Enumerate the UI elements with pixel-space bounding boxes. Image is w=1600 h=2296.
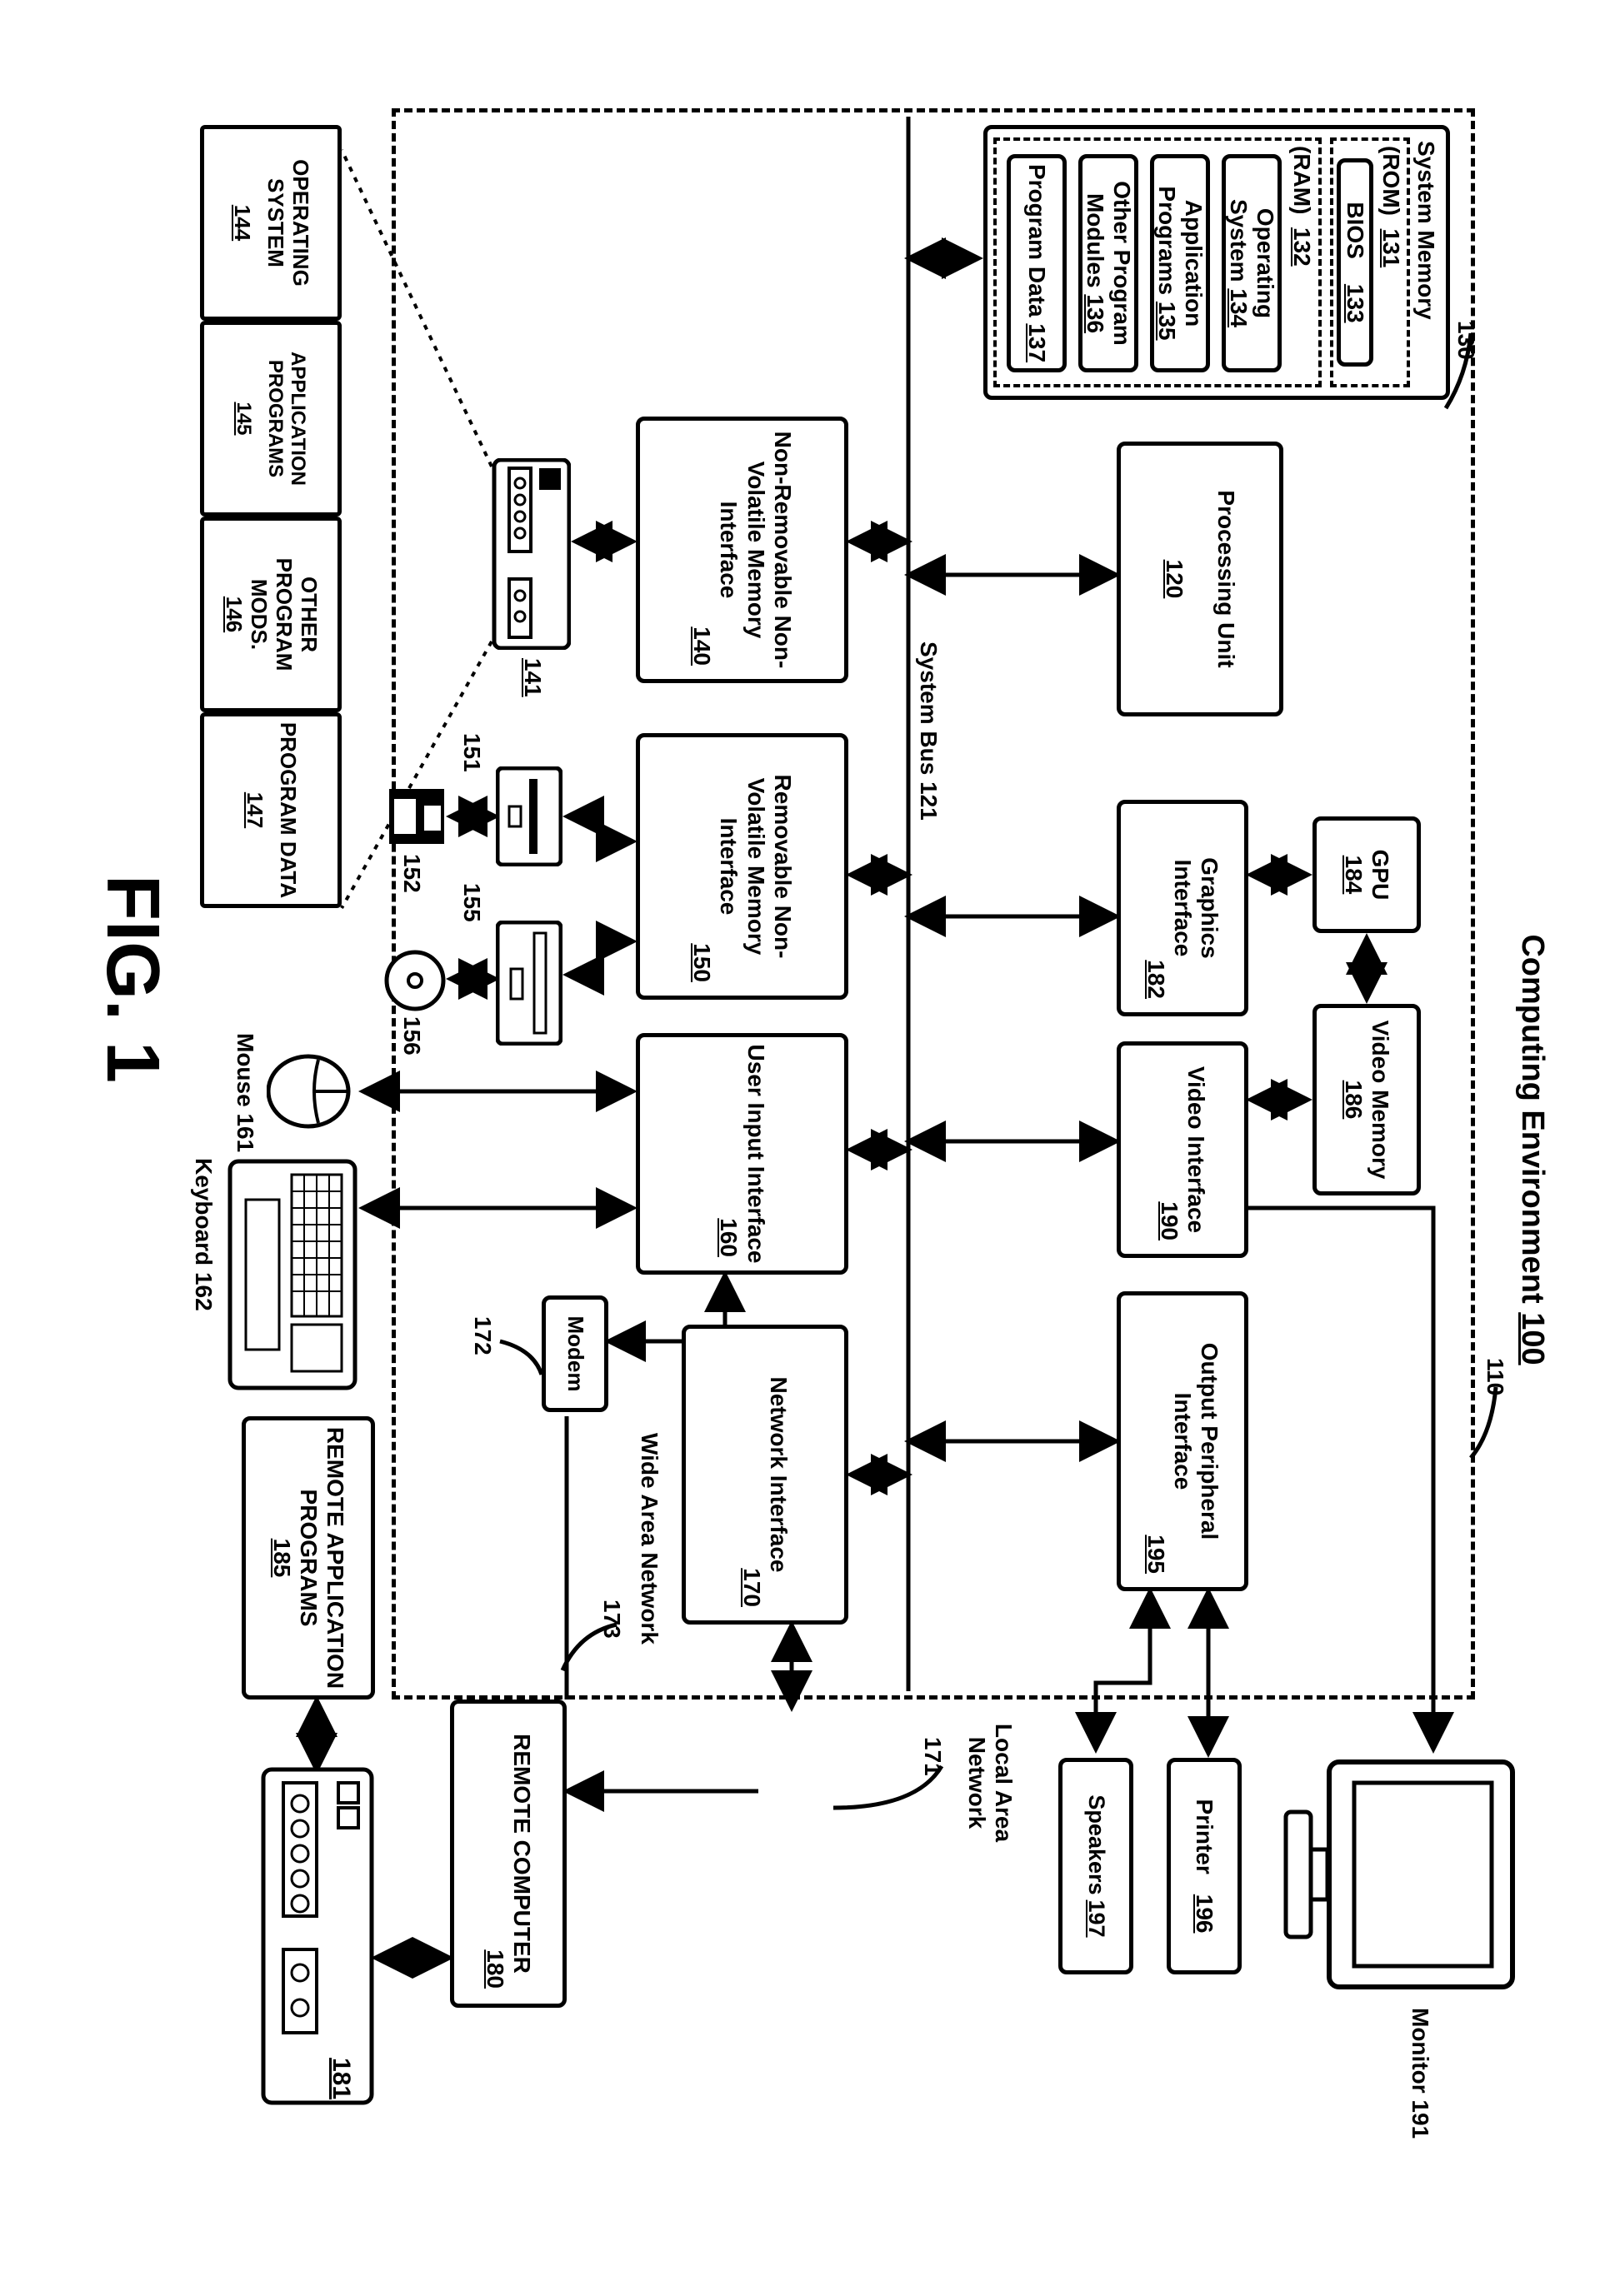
gpu-box: GPU 184 xyxy=(1312,816,1421,933)
pdata-box: Program Data 137 xyxy=(1007,154,1067,372)
rap-box: REMOTE APPLICATION PROGRAMS 185 xyxy=(242,1416,375,1700)
graphics-interface-box: Graphics Interface 182 xyxy=(1117,800,1248,1016)
wan-label: Wide Area Network xyxy=(636,1433,662,1700)
floppy-drive-icon xyxy=(496,766,562,866)
hdd-icon xyxy=(492,458,571,650)
floppy-icon xyxy=(388,787,446,846)
figure-label: FIG. 1 xyxy=(89,875,175,1083)
lan-ref: 171 xyxy=(919,1737,946,1776)
keyboard-label: Keyboard 162 xyxy=(190,1158,217,1311)
disk-os-box: OPERATING SYSTEM 144 xyxy=(200,125,342,321)
mods-box: Other Program Modules 136 xyxy=(1078,154,1138,372)
bios-box: BIOS133 xyxy=(1337,158,1373,367)
apps-box: Application Programs 135 xyxy=(1150,154,1210,372)
video-memory-box: Video Memory 186 xyxy=(1312,1004,1421,1195)
ram-label: (RAM) 132 xyxy=(1288,146,1315,267)
mouse-label: Mouse 161 xyxy=(232,1033,258,1152)
neti-box: Network Interface 170 xyxy=(682,1325,848,1625)
modem-box: Modem xyxy=(542,1295,608,1412)
wan-ref: 173 xyxy=(598,1600,625,1639)
printer-box: Printer196 xyxy=(1167,1758,1242,1974)
monitor-icon xyxy=(1271,1754,1521,1995)
disk-mods-box: OTHER PROGRAM MODS. 146 xyxy=(200,517,342,712)
svg-text:181: 181 xyxy=(328,2058,355,2099)
remote-device-icon: 181 xyxy=(258,1766,375,2108)
floppy-drv-ref: 151 xyxy=(458,733,485,772)
keyboard-icon xyxy=(225,1158,358,1391)
speakers-box: Speakers197 xyxy=(1058,1758,1133,1974)
floppy-ref: 152 xyxy=(398,854,425,893)
dash-ref: 110 xyxy=(1482,1358,1508,1395)
cddrv-ref: 155 xyxy=(458,883,485,922)
sysbus-label: System Bus 121 xyxy=(915,641,942,821)
modem-ref: 172 xyxy=(469,1316,496,1355)
cd-ref: 156 xyxy=(398,1016,425,1056)
monitor-label: Monitor 191 xyxy=(1407,2008,1433,2139)
hdd-ref: 141 xyxy=(519,658,546,697)
cd-drive-icon xyxy=(496,921,562,1046)
nrmi-box: Non-Removable Non-Volatile Memory Interf… xyxy=(636,417,848,683)
os-box: Operating System 134 xyxy=(1222,154,1282,372)
mouse-icon xyxy=(267,1050,358,1133)
video-interface-box: Video Interface 190 xyxy=(1117,1041,1248,1258)
rmi-box: Removable Non-Volatile Memory Interface … xyxy=(636,733,848,1000)
lan-label: Local Area Network xyxy=(963,1708,1017,1858)
uii-box: User Input Interface 160 xyxy=(636,1033,848,1275)
sysmem-ref-lbl: 130 xyxy=(1452,321,1479,360)
disk-data-box: PROGRAM DATA 147 xyxy=(200,712,342,908)
opi-box: Output Peripheral Interface 195 xyxy=(1117,1291,1248,1591)
rom-label: (ROM) 131 xyxy=(1378,146,1404,267)
cd-icon xyxy=(383,950,446,1012)
disk-apps-box: APPLICATION PROGRAMS 145 xyxy=(200,321,342,517)
page-title: Computing Environment 100 xyxy=(1514,916,1550,1383)
processing-unit-box: Processing Unit 120 xyxy=(1117,442,1283,716)
remote-computer-box: REMOTE COMPUTER 180 xyxy=(450,1700,567,2008)
